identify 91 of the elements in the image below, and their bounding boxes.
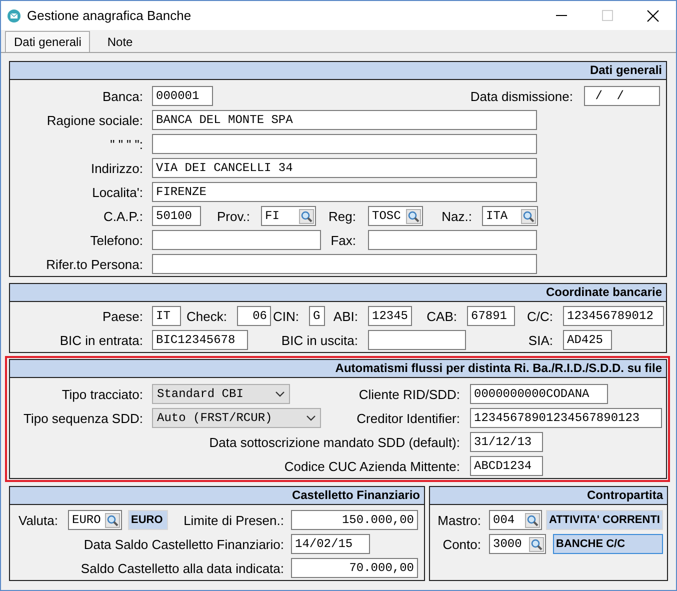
text-field[interactable]: / / (584, 86, 660, 106)
section-title: Dati generali (10, 62, 666, 80)
field-label: Prov.: (216, 208, 250, 224)
field-label: Indirizzo: (90, 160, 143, 176)
field-label: C/C: (526, 308, 553, 324)
field-label: Creditor Identifier: (356, 410, 460, 426)
field-label: Telefono: (89, 232, 143, 248)
dropdown[interactable]: Auto (FRST/RCUR) (152, 408, 321, 428)
search-icon[interactable] (299, 208, 314, 224)
close-icon (647, 10, 659, 22)
field-label: Tipo sequenza SDD: (22, 410, 143, 426)
field-label: Rifer.to Persona: (45, 256, 143, 272)
field-label: Fax: (330, 232, 356, 248)
text-field[interactable] (152, 230, 321, 250)
text-field[interactable]: 12345 (368, 306, 412, 326)
text-field[interactable]: FIRENZE (152, 182, 537, 202)
lookup-field[interactable]: ITA (482, 206, 538, 226)
text-field[interactable]: 0000000000CODANA (470, 384, 608, 404)
text-field[interactable] (152, 134, 537, 154)
field-label: Naz.: (440, 208, 472, 224)
field-label: Valuta: (17, 512, 58, 528)
number-field[interactable]: 06 (237, 306, 271, 326)
field-label: BIC in entrata: (58, 332, 143, 348)
text-field[interactable] (152, 254, 537, 274)
section-title: Castelletto Finanziario (10, 487, 424, 505)
field-label: Data sottoscrizione mandato SDD (default): (208, 434, 460, 450)
code-description: BANCHE C/C (553, 534, 663, 554)
tab[interactable]: Note (98, 31, 142, 52)
field-label: Codice CUC Azienda Mittente: (283, 458, 460, 474)
lookup-field[interactable]: EURO (68, 510, 122, 530)
text-field[interactable]: VIA DEI CANCELLI 34 (152, 158, 537, 178)
text-field[interactable]: BIC12345678 (152, 330, 248, 350)
search-icon[interactable] (521, 208, 536, 224)
code-description: EURO (128, 510, 168, 530)
lookup-field[interactable]: FI (261, 206, 316, 226)
caret-icon (306, 415, 316, 421)
text-field[interactable]: ABCD1234 (470, 456, 543, 476)
text-field[interactable]: 50100 (152, 206, 201, 226)
text-field[interactable] (368, 230, 537, 250)
field-label: Tipo tracciato: (60, 386, 143, 402)
text-field[interactable]: 12345678901234567890123 (470, 408, 662, 428)
field-label: Paese: (102, 308, 143, 324)
field-label: C.A.P.: (102, 208, 143, 224)
lookup-field[interactable]: 3000 (489, 534, 546, 554)
search-icon[interactable] (529, 536, 544, 552)
text-field[interactable]: 31/12/13 (470, 432, 543, 452)
minimize-icon (556, 15, 566, 16)
section-title: Contropartita (430, 487, 667, 505)
field-label: Mastro: (436, 512, 481, 528)
field-label: CAB: (426, 308, 457, 324)
field-label: Reg: (328, 208, 356, 224)
field-label: Check: (186, 308, 227, 324)
field-label: Cliente RID/SDD: (358, 386, 460, 402)
field-label: Limite di Presen.: (182, 512, 284, 528)
lookup-field[interactable]: TOSC (368, 206, 423, 226)
field-label: Banca: (102, 88, 143, 104)
search-icon[interactable] (105, 512, 120, 528)
text-field[interactable]: BANCA DEL MONTE SPA (152, 110, 537, 130)
text-field[interactable] (368, 330, 466, 350)
field-label: Localita': (91, 184, 143, 200)
search-icon[interactable] (406, 208, 421, 224)
text-field[interactable]: 000001 (152, 86, 213, 106)
field-label: " " " ": (109, 136, 143, 152)
lookup-field[interactable]: 004 (489, 510, 542, 530)
text-field[interactable]: G (309, 306, 325, 326)
field-label: ABI: (332, 308, 358, 324)
section-title: Automatismi flussi per distinta Ri. Ba./R.I.D./S.D.D. su file (10, 360, 666, 378)
text-field[interactable]: 123456789012 (563, 306, 664, 326)
dropdown[interactable]: Standard CBI (152, 384, 290, 404)
code-description: ATTIVITA' CORRENTI (546, 510, 663, 530)
text-field[interactable]: AD425 (563, 330, 612, 350)
text-field[interactable]: IT (152, 306, 181, 326)
maximize-icon (602, 10, 612, 21)
number-field[interactable]: 150.000,00 (291, 510, 418, 530)
text-field[interactable]: 14/02/15 (291, 534, 370, 554)
text-field[interactable]: 67891 (467, 306, 515, 326)
field-label: SIA: (527, 332, 553, 348)
tab[interactable]: Dati generali (5, 31, 90, 52)
window-title: Gestione anagrafica Banche (27, 8, 192, 23)
search-icon[interactable] (525, 512, 540, 528)
number-field[interactable]: 70.000,00 (291, 558, 418, 578)
field-label: Conto: (442, 536, 481, 552)
caret-icon (275, 391, 285, 397)
field-label: CIN: (272, 308, 299, 324)
field-label: Ragione sociale: (46, 112, 143, 128)
field-label: Saldo Castelletto alla data indicata: (80, 560, 284, 576)
field-label: Data Saldo Castelletto Finanziario: (82, 536, 284, 552)
section-title: Coordinate bancarie (10, 284, 666, 302)
field-label: Data dismissione: (469, 88, 573, 104)
field-label: BIC in uscita: (280, 332, 358, 348)
app-icon (7, 8, 21, 22)
